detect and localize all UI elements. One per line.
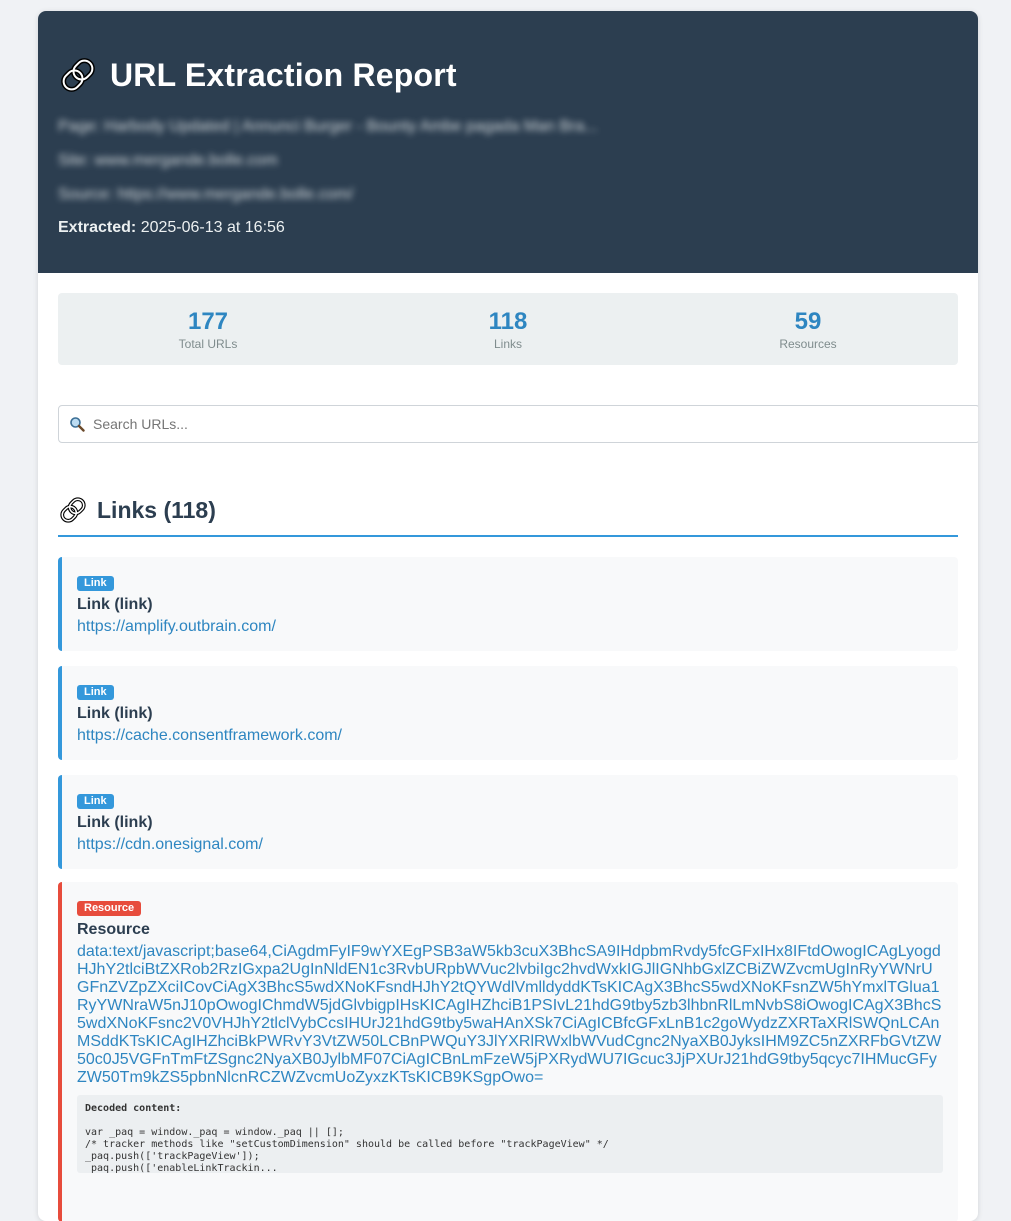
stat-label: Total URLs <box>178 337 238 351</box>
stat-value: 118 <box>488 308 528 335</box>
extracted-info: Extracted: 2025-06-13 at 16:56 <box>58 219 285 237</box>
item-title: Link (link) <box>77 814 153 831</box>
page-info: Page: Harbody Updated | Annunci Burger -… <box>58 118 598 135</box>
links-section-header: Links (118) <box>58 493 958 537</box>
title-row: URL Extraction Report <box>58 55 457 95</box>
stat-value: 59 <box>794 308 822 335</box>
type-badge: Link <box>77 685 114 700</box>
item-title: Link (link) <box>77 596 153 613</box>
stat-value: 177 <box>187 308 229 335</box>
type-badge: Link <box>77 576 114 591</box>
type-badge: Resource <box>77 901 142 916</box>
item-url-link[interactable]: https://amplify.outbrain.com/ <box>77 618 943 636</box>
item-url-link[interactable]: https://cache.consentframework.com/ <box>77 727 943 745</box>
search-input[interactable] <box>91 415 955 433</box>
item-url-link[interactable]: data:text/javascript;base64,CiAgdmFyIF9w… <box>77 943 943 1087</box>
resource-item: Resource Resource data:text/javascript;b… <box>58 882 958 1221</box>
search-box[interactable] <box>58 405 978 443</box>
decoded-label: Decoded content: <box>85 1103 182 1114</box>
search-icon <box>70 417 85 432</box>
extracted-label: Extracted: <box>58 219 137 236</box>
source-info: Source: https://www.mergande.bolle.com/ <box>58 186 354 203</box>
type-badge: Link <box>77 794 114 809</box>
stat-resources: 59 Resources <box>658 293 958 365</box>
stat-total-urls: 177 Total URLs <box>58 293 358 365</box>
decoded-code: var _paq = window._paq = window._paq || … <box>85 1127 609 1173</box>
url-item: Link Link (link) https://cache.consentfr… <box>58 666 958 760</box>
url-item: Link Link (link) https://amplify.outbrai… <box>58 557 958 651</box>
item-title: Resource <box>77 921 150 938</box>
stat-label: Resources <box>779 337 837 351</box>
item-url-link[interactable]: https://cdn.onesignal.com/ <box>77 836 943 854</box>
item-title: Link (link) <box>77 705 153 722</box>
page-title: URL Extraction Report <box>110 56 457 93</box>
stats-bar: 177 Total URLs 118 Links 59 Resources <box>58 293 958 365</box>
site-info: Site: www.mergande.bolle.com <box>58 152 278 169</box>
stat-links: 118 Links <box>358 293 658 365</box>
report-header: URL Extraction Report Page: Harbody Upda… <box>38 11 978 273</box>
link-icon <box>61 58 95 92</box>
url-item: Link Link (link) https://cdn.onesignal.c… <box>58 775 958 869</box>
extracted-value: 2025-06-13 at 16:56 <box>140 219 285 236</box>
section-title: Links (118) <box>97 496 216 523</box>
stat-label: Links <box>493 337 522 351</box>
link-icon <box>60 497 86 523</box>
report-card: URL Extraction Report Page: Harbody Upda… <box>38 11 978 1221</box>
decoded-content: Decoded content: var _paq = window._paq … <box>77 1095 943 1173</box>
